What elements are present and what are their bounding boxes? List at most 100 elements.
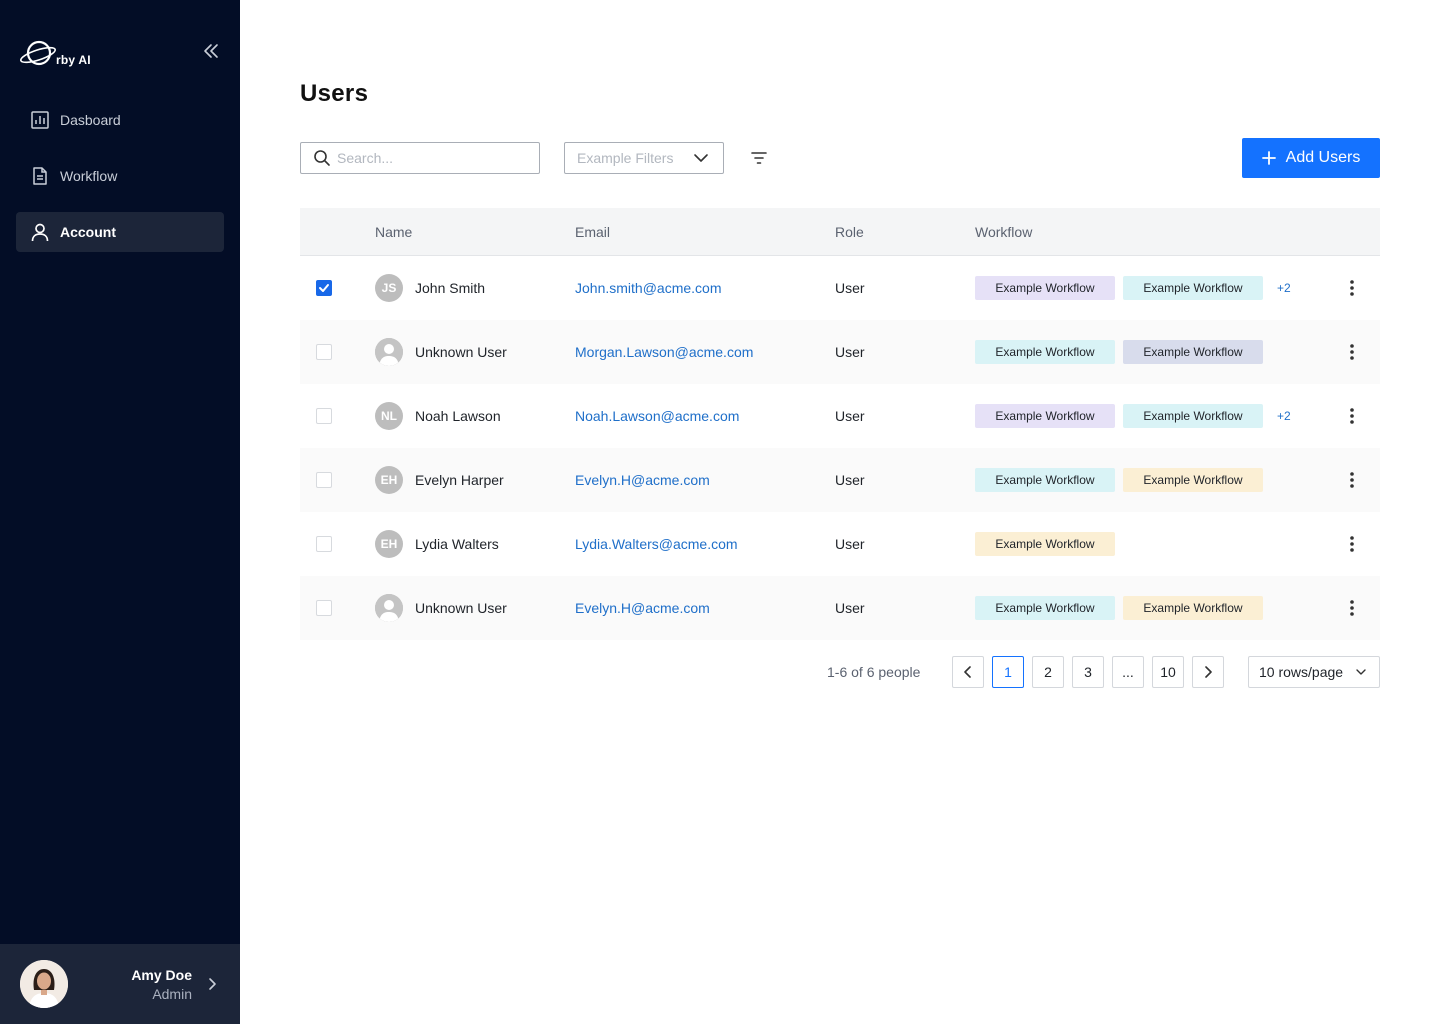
role-cell: User <box>835 600 865 616</box>
email-link[interactable]: John.smith@acme.com <box>575 280 721 296</box>
filter-icon <box>751 152 767 164</box>
sidebar: rby AI Dasboard Workflow Account Amy Doe… <box>0 0 240 1024</box>
collapse-sidebar-button[interactable] <box>200 40 222 62</box>
sidebar-item-account[interactable]: Account <box>16 212 224 252</box>
avatar: NL <box>375 402 403 430</box>
filter-placeholder: Example Filters <box>577 150 674 166</box>
more-vertical-icon <box>1350 280 1354 296</box>
workflow-tags: Example Workflow Example Workflow <box>975 596 1271 620</box>
logo[interactable]: rby AI <box>20 38 91 68</box>
more-vertical-icon <box>1350 344 1354 360</box>
row-actions-button[interactable] <box>1342 342 1362 362</box>
logo-text: rby AI <box>56 53 91 67</box>
row-actions-button[interactable] <box>1342 598 1362 618</box>
rows-per-page-value: 10 rows/page <box>1259 664 1344 680</box>
search-box[interactable] <box>300 142 540 174</box>
email-link[interactable]: Noah.Lawson@acme.com <box>575 408 739 424</box>
column-header-workflow[interactable]: Workflow <box>975 224 1032 240</box>
page-ellipsis[interactable]: ... <box>1112 656 1144 688</box>
more-workflows-link[interactable]: +2 <box>1277 409 1291 423</box>
column-header-email[interactable]: Email <box>575 224 610 240</box>
page-button[interactable]: 1 <box>992 656 1024 688</box>
row-actions-button[interactable] <box>1342 470 1362 490</box>
sidebar-item-workflow[interactable]: Workflow <box>16 156 224 196</box>
filter-lines-button[interactable] <box>748 147 770 169</box>
avatar: EH <box>375 530 403 558</box>
avatar: JS <box>375 274 403 302</box>
pagination: 1-6 of 6 people 1 2 3 ... 10 10 rows/pag… <box>0 656 1440 688</box>
row-checkbox[interactable] <box>316 408 332 424</box>
user-name-cell: John Smith <box>415 280 486 296</box>
workflow-tag[interactable]: Example Workflow <box>1123 596 1263 620</box>
sidebar-item-label: Dasboard <box>60 112 121 128</box>
workflow-tags: Example Workflow Example Workflow <box>975 468 1271 492</box>
row-actions-button[interactable] <box>1342 406 1362 426</box>
email-link[interactable]: Evelyn.H@acme.com <box>575 600 710 616</box>
table-row[interactable]: EH Lydia Walters Lydia.Walters@acme.com Use… <box>300 512 1380 576</box>
users-table: Name Email Role Workflow JS John Smith Joh… <box>300 208 1380 640</box>
sidebar-item-label: Account <box>60 224 116 240</box>
workflow-tag[interactable]: Example Workflow <box>975 596 1115 620</box>
email-link[interactable]: Morgan.Lawson@acme.com <box>575 344 753 360</box>
row-checkbox[interactable] <box>316 600 332 616</box>
user-icon <box>30 222 50 242</box>
sidebar-item-dashboard[interactable]: Dasboard <box>16 100 224 140</box>
role-cell: User <box>835 472 865 488</box>
checkmark-icon <box>319 284 329 292</box>
chevron-right-icon <box>204 976 220 992</box>
workflow-tags: Example Workflow Example Workflow +2 <box>975 276 1291 300</box>
workflow-tag[interactable]: Example Workflow <box>1123 276 1263 300</box>
workflow-tag[interactable]: Example Workflow <box>975 340 1115 364</box>
user-avatar <box>20 960 68 1008</box>
sidebar-nav: Dasboard Workflow Account <box>16 100 224 268</box>
user-name-cell: Lydia Walters <box>415 536 499 552</box>
user-name-cell: Evelyn Harper <box>415 472 504 488</box>
workflow-tag[interactable]: Example Workflow <box>1123 404 1263 428</box>
plus-icon <box>1261 151 1276 165</box>
workflow-tag[interactable]: Example Workflow <box>1123 468 1263 492</box>
current-user-card[interactable]: Amy Doe Admin <box>0 944 240 1024</box>
workflow-tag[interactable]: Example Workflow <box>975 404 1115 428</box>
row-checkbox[interactable] <box>316 344 332 360</box>
row-checkbox[interactable] <box>316 280 332 296</box>
workflow-tag[interactable]: Example Workflow <box>975 532 1115 556</box>
default-avatar-icon <box>375 338 403 366</box>
prev-page-button[interactable] <box>952 656 984 688</box>
more-workflows-link[interactable]: +2 <box>1277 281 1291 295</box>
more-vertical-icon <box>1350 600 1354 616</box>
page-button[interactable]: 10 <box>1152 656 1184 688</box>
workflow-tag[interactable]: Example Workflow <box>975 276 1115 300</box>
row-checkbox[interactable] <box>316 536 332 552</box>
email-link[interactable]: Lydia.Walters@acme.com <box>575 536 738 552</box>
add-users-button[interactable]: Add Users <box>1242 138 1380 178</box>
role-cell: User <box>835 344 865 360</box>
email-link[interactable]: Evelyn.H@acme.com <box>575 472 710 488</box>
page-button[interactable]: 2 <box>1032 656 1064 688</box>
chevron-down-icon <box>694 154 708 162</box>
column-header-name[interactable]: Name <box>375 224 412 240</box>
row-actions-button[interactable] <box>1342 534 1362 554</box>
table-row[interactable]: EH Evelyn Harper Evelyn.H@acme.com User Exam… <box>300 448 1380 512</box>
rows-per-page-select[interactable]: 10 rows/page <box>1248 656 1380 688</box>
table-row[interactable]: Unknown User Evelyn.H@acme.com User Example… <box>300 576 1380 640</box>
chevron-left-icon <box>964 666 971 678</box>
page-button[interactable]: 3 <box>1072 656 1104 688</box>
user-name: Amy Doe <box>131 966 192 983</box>
avatar <box>375 594 403 622</box>
table-row[interactable]: NL Noah Lawson Noah.Lawson@acme.com User Exa… <box>300 384 1380 448</box>
user-name-cell: Noah Lawson <box>415 408 501 424</box>
search-input[interactable] <box>337 150 527 166</box>
document-icon <box>30 166 50 186</box>
avatar: EH <box>375 466 403 494</box>
workflow-tag[interactable]: Example Workflow <box>1123 340 1263 364</box>
next-page-button[interactable] <box>1192 656 1224 688</box>
table-row[interactable]: Unknown User Morgan.Lawson@acme.com User Ex… <box>300 320 1380 384</box>
page-title: Users <box>300 80 369 107</box>
row-checkbox[interactable] <box>316 472 332 488</box>
avatar <box>375 338 403 366</box>
table-row[interactable]: JS John Smith John.smith@acme.com User Examp… <box>300 256 1380 320</box>
row-actions-button[interactable] <box>1342 278 1362 298</box>
filter-dropdown[interactable]: Example Filters <box>564 142 724 174</box>
workflow-tag[interactable]: Example Workflow <box>975 468 1115 492</box>
column-header-role[interactable]: Role <box>835 224 864 240</box>
